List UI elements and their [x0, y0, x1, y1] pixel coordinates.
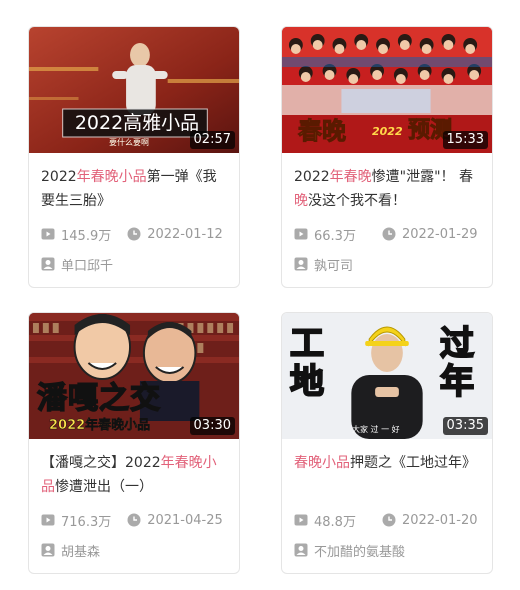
user-icon — [41, 543, 55, 557]
thumbnail-subtitle: 2022年春晚小品 — [49, 418, 151, 434]
play-count: 716.3万 — [41, 511, 111, 530]
play-count: 66.3万 — [294, 225, 356, 244]
video-duration: 15:33 — [442, 131, 488, 149]
video-thumbnail[interactable]: 春晚 2022 预测 15:33 — [282, 27, 492, 153]
title-text: 惨遭"泄露"！ 春 — [371, 169, 473, 185]
play-icon — [41, 513, 55, 527]
play-icon — [294, 513, 308, 527]
video-card[interactable]: 潘嘎之交 2022年春晚小品 03:30 【潘嘎之交】2022年春晚小品惨遭泄出… — [28, 312, 240, 574]
video-title[interactable]: 2022年春晚小品第一弹《我要生三胎》 — [41, 165, 227, 213]
thumbnail-subtitle: 要什么要啊 — [109, 138, 149, 147]
thumbnail-caption: 春晚 — [298, 117, 347, 146]
thumbnail-badge: 2022 — [372, 125, 403, 138]
publish-date: 2022-01-12 — [127, 227, 223, 242]
author-name[interactable]: 单口邱千 — [61, 255, 113, 274]
title-highlight: 年春晚 — [329, 169, 372, 185]
play-icon — [294, 227, 308, 241]
video-title[interactable]: 2022年春晚惨遭"泄露"！ 春晚没这个我不看！ — [294, 165, 480, 213]
play-count: 145.9万 — [41, 225, 111, 244]
author-name[interactable]: 不加醋的氨基酸 — [314, 541, 405, 560]
thumbnail-caption-right: 过年 — [439, 324, 475, 402]
thumbnail-subtitle: 大家 过 一 好 — [352, 425, 400, 434]
video-title[interactable]: 【潘嘎之交】2022年春晚小品惨遭泄出（一） — [41, 451, 227, 499]
user-icon — [294, 257, 308, 271]
video-card[interactable]: 2022高雅小品 要什么要啊 02:57 2022年春晚小品第一弹《我要生三胎》… — [28, 26, 240, 288]
video-author[interactable]: 孰可司 — [294, 255, 480, 274]
clock-icon — [382, 227, 396, 241]
clock-icon — [127, 513, 141, 527]
video-card[interactable]: 工地 过年 大家 过 一 好 03:35 春晚小品押题之《工地过年》 48.8万… — [281, 312, 493, 574]
thumbnail-caption: 2022高雅小品 — [74, 112, 200, 134]
video-meta: 48.8万 2022-01-20 — [294, 511, 480, 530]
author-name[interactable]: 孰可司 — [314, 255, 353, 274]
user-icon — [41, 257, 55, 271]
video-meta: 716.3万 2021-04-25 — [41, 511, 227, 530]
user-icon — [294, 543, 308, 557]
title-text: 没这个我不看！ — [308, 193, 406, 209]
thumbnail-caption: 潘嘎之交 — [36, 380, 161, 417]
video-card[interactable]: 春晚 2022 预测 15:33 2022年春晚惨遭"泄露"！ 春晚没这个我不看… — [281, 26, 493, 288]
video-duration: 02:57 — [189, 131, 235, 149]
title-text: 2022 — [41, 169, 77, 185]
title-text: 押题之《工地过年》 — [350, 455, 476, 471]
publish-date: 2022-01-20 — [382, 513, 478, 528]
video-meta: 66.3万 2022-01-29 — [294, 225, 480, 244]
play-count: 48.8万 — [294, 511, 356, 530]
author-name[interactable]: 胡基森 — [61, 541, 100, 560]
play-icon — [41, 227, 55, 241]
video-thumbnail[interactable]: 潘嘎之交 2022年春晚小品 03:30 — [29, 313, 239, 439]
video-duration: 03:35 — [442, 417, 488, 435]
video-author[interactable]: 不加醋的氨基酸 — [294, 541, 480, 560]
video-duration: 03:30 — [189, 417, 235, 435]
clock-icon — [382, 513, 396, 527]
publish-date: 2021-04-25 — [127, 513, 223, 528]
title-text: 【潘嘎之交】2022 — [41, 455, 161, 471]
video-author[interactable]: 单口邱千 — [41, 255, 227, 274]
video-title[interactable]: 春晚小品押题之《工地过年》 — [294, 451, 480, 499]
title-highlight: 晚 — [294, 193, 308, 209]
title-highlight: 年春晚小品 — [76, 169, 147, 185]
video-thumbnail[interactable]: 工地 过年 大家 过 一 好 03:35 — [282, 313, 492, 439]
clock-icon — [127, 227, 141, 241]
title-text: 2022 — [294, 169, 330, 185]
title-highlight: 春晚小品 — [294, 455, 350, 471]
publish-date: 2022-01-29 — [382, 227, 478, 242]
video-author[interactable]: 胡基森 — [41, 541, 227, 560]
video-meta: 145.9万 2022-01-12 — [41, 225, 227, 244]
video-thumbnail[interactable]: 2022高雅小品 要什么要啊 02:57 — [29, 27, 239, 153]
thumbnail-caption-left: 工地 — [289, 324, 325, 402]
title-text: 惨遭泄出（一） — [55, 479, 153, 495]
